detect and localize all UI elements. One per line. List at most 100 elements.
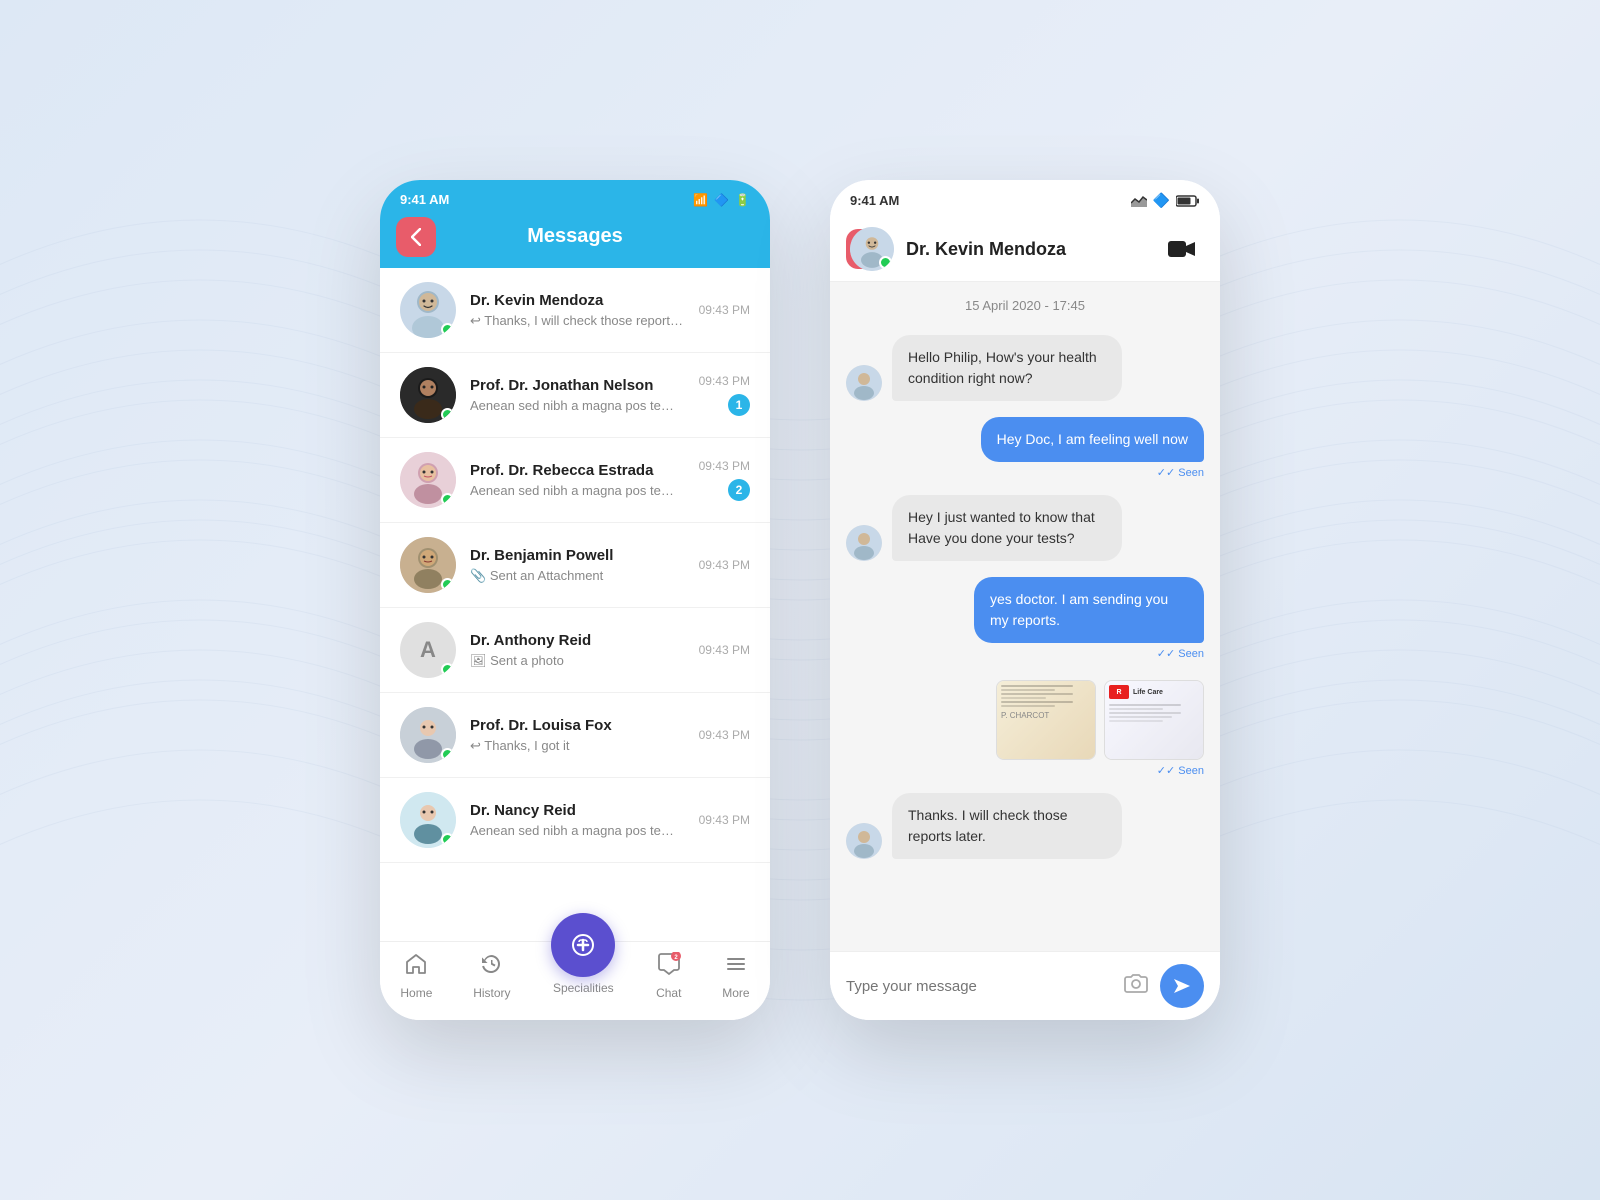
message-input[interactable]: [846, 978, 1112, 995]
message-meta-3: 09:43 PM 2: [699, 459, 750, 501]
message-time-1: 09:43 PM: [699, 303, 750, 317]
chat-header-info: Dr. Kevin Mendoza: [906, 239, 1152, 260]
message-content-7: Dr. Nancy Reid Aenean sed nibh a magna p…: [470, 802, 685, 838]
msg-seen-5: Seen: [1157, 764, 1204, 777]
message-content-3: Prof. Dr. Rebecca Estrada Aenean sed nib…: [470, 462, 685, 498]
bluetooth-icon-2: 🔷: [1153, 192, 1170, 209]
msg-col-2: Hey Doc, I am feeling well now Seen: [981, 417, 1204, 479]
msg-seen-4: Seen: [1157, 647, 1204, 660]
avatar-4: [400, 537, 456, 593]
avatar-1: [400, 282, 456, 338]
header-title: Messages: [527, 225, 623, 248]
contact-name-7: Dr. Nancy Reid: [470, 802, 685, 819]
avatar-3: [400, 452, 456, 508]
message-time-7: 09:43 PM: [699, 813, 750, 827]
chat-icon: 2: [657, 952, 681, 982]
message-content-5: Dr. Anthony Reid Sent a photo: [470, 632, 685, 669]
phones-container: 9:41 AM 📶 🔷 🔋 Messages: [380, 180, 1220, 1020]
message-content-6: Prof. Dr. Louisa Fox ↩ Thanks, I got it: [470, 717, 685, 754]
msg-avatar-3: [846, 525, 882, 561]
contact-name-1: Dr. Kevin Mendoza: [470, 292, 685, 309]
message-preview-2: Aenean sed nibh a magna pos temnc faucib…: [470, 398, 685, 413]
message-meta-1: 09:43 PM: [699, 303, 750, 317]
message-item-3[interactable]: Prof. Dr. Rebecca Estrada Aenean sed nib…: [380, 438, 770, 523]
msg-col-3: Hey I just wanted to know that Have you …: [892, 495, 1122, 561]
contact-name-2: Prof. Dr. Jonathan Nelson: [470, 377, 685, 394]
msg-row-4: yes doctor. I am sending you my reports.…: [846, 577, 1204, 660]
message-meta-2: 09:43 PM 1: [699, 374, 750, 416]
chat-messages: 15 April 2020 - 17:45 Hello Philip, How'…: [830, 282, 1220, 951]
msg-col-5: P. CHARCOT R Life Care: [996, 676, 1204, 777]
message-meta-4: 09:43 PM: [699, 558, 750, 572]
nav-history[interactable]: History: [465, 952, 518, 1000]
msg-bubble-6: Thanks. I will check those reports later…: [892, 793, 1122, 859]
message-time-5: 09:43 PM: [699, 643, 750, 657]
status-bar-1: 9:41 AM 📶 🔷 🔋: [380, 180, 770, 215]
msg-col-1: Hello Philip, How's your health conditio…: [892, 335, 1122, 401]
time-display-1: 9:41 AM: [400, 192, 449, 207]
more-icon: [724, 952, 748, 982]
msg-col-6: Thanks. I will check those reports later…: [892, 793, 1122, 859]
message-meta-6: 09:43 PM: [699, 728, 750, 742]
nav-chat[interactable]: 2 Chat: [648, 952, 689, 1000]
home-label: Home: [400, 986, 432, 1000]
message-item-7[interactable]: Dr. Nancy Reid Aenean sed nibh a magna p…: [380, 778, 770, 863]
chat-doctor-name: Dr. Kevin Mendoza: [906, 239, 1152, 260]
msg-avatar-1: [846, 365, 882, 401]
message-time-6: 09:43 PM: [699, 728, 750, 742]
chat-label: Chat: [656, 986, 681, 1000]
message-item-4[interactable]: Dr. Benjamin Powell Sent an Attachment 0…: [380, 523, 770, 608]
specialities-btn[interactable]: [551, 913, 615, 977]
msg-bubble-1: Hello Philip, How's your health conditio…: [892, 335, 1122, 401]
message-content-2: Prof. Dr. Jonathan Nelson Aenean sed nib…: [470, 377, 685, 413]
message-item-5[interactable]: A Dr. Anthony Reid Sent a photo 09:43 PM: [380, 608, 770, 693]
avatar-6: [400, 707, 456, 763]
battery-icon: 🔋: [735, 193, 750, 207]
msg-row-5: P. CHARCOT R Life Care: [846, 676, 1204, 777]
contact-name-6: Prof. Dr. Louisa Fox: [470, 717, 685, 734]
msg-row-1: Hello Philip, How's your health conditio…: [846, 335, 1204, 401]
message-preview-3: Aenean sed nibh a magna pos temnc faucib…: [470, 483, 685, 498]
message-item-1[interactable]: Dr. Kevin Mendoza ↩ Thanks, I will check…: [380, 268, 770, 353]
message-preview-7: Aenean sed nibh a magna pos temnc faucib…: [470, 823, 685, 838]
report-images: P. CHARCOT R Life Care: [996, 680, 1204, 760]
message-meta-5: 09:43 PM: [699, 643, 750, 657]
chat-header: Dr. Kevin Mendoza: [830, 217, 1220, 282]
camera-icon[interactable]: [1124, 973, 1148, 999]
messages-list[interactable]: Dr. Kevin Mendoza ↩ Thanks, I will check…: [380, 268, 770, 941]
contact-name-4: Dr. Benjamin Powell: [470, 547, 685, 564]
input-bar: [830, 951, 1220, 1020]
msg-seen-2: Seen: [1157, 466, 1204, 479]
messages-header: Messages: [380, 215, 770, 268]
message-preview-6: ↩ Thanks, I got it: [470, 738, 685, 754]
avatar-2: [400, 367, 456, 423]
more-label: More: [722, 986, 749, 1000]
bluetooth-icon: 🔷: [714, 193, 729, 207]
contact-name-5: Dr. Anthony Reid: [470, 632, 685, 649]
contact-name-3: Prof. Dr. Rebecca Estrada: [470, 462, 685, 479]
message-content-4: Dr. Benjamin Powell Sent an Attachment: [470, 547, 685, 584]
nav-more[interactable]: More: [714, 952, 757, 1000]
video-call-icon[interactable]: [1164, 231, 1200, 267]
nav-home[interactable]: Home: [392, 952, 440, 1000]
message-time-2: 09:43 PM: [699, 374, 750, 388]
message-item-2[interactable]: Prof. Dr. Jonathan Nelson Aenean sed nib…: [380, 353, 770, 438]
avatar-5: A: [400, 622, 456, 678]
message-preview-5: Sent a photo: [470, 653, 685, 669]
history-label: History: [473, 986, 510, 1000]
report-img-2: R Life Care: [1104, 680, 1204, 760]
back-button-1[interactable]: [396, 217, 436, 257]
status-bar-2: 9:41 AM 🔷: [830, 180, 1220, 217]
wifi-icon: 📶: [693, 193, 708, 207]
send-button[interactable]: [1160, 964, 1204, 1008]
message-time-4: 09:43 PM: [699, 558, 750, 572]
specialities-label: Specialities: [553, 981, 614, 995]
history-icon: [480, 952, 504, 982]
msg-row-2: Hey Doc, I am feeling well now Seen: [846, 417, 1204, 479]
msg-row-3: Hey I just wanted to know that Have you …: [846, 495, 1204, 561]
message-item-6[interactable]: Prof. Dr. Louisa Fox ↩ Thanks, I got it …: [380, 693, 770, 778]
nav-specialities[interactable]: Specialities: [543, 943, 623, 995]
report-img-1: P. CHARCOT: [996, 680, 1096, 760]
message-meta-7: 09:43 PM: [699, 813, 750, 827]
msg-avatar-6: [846, 823, 882, 859]
